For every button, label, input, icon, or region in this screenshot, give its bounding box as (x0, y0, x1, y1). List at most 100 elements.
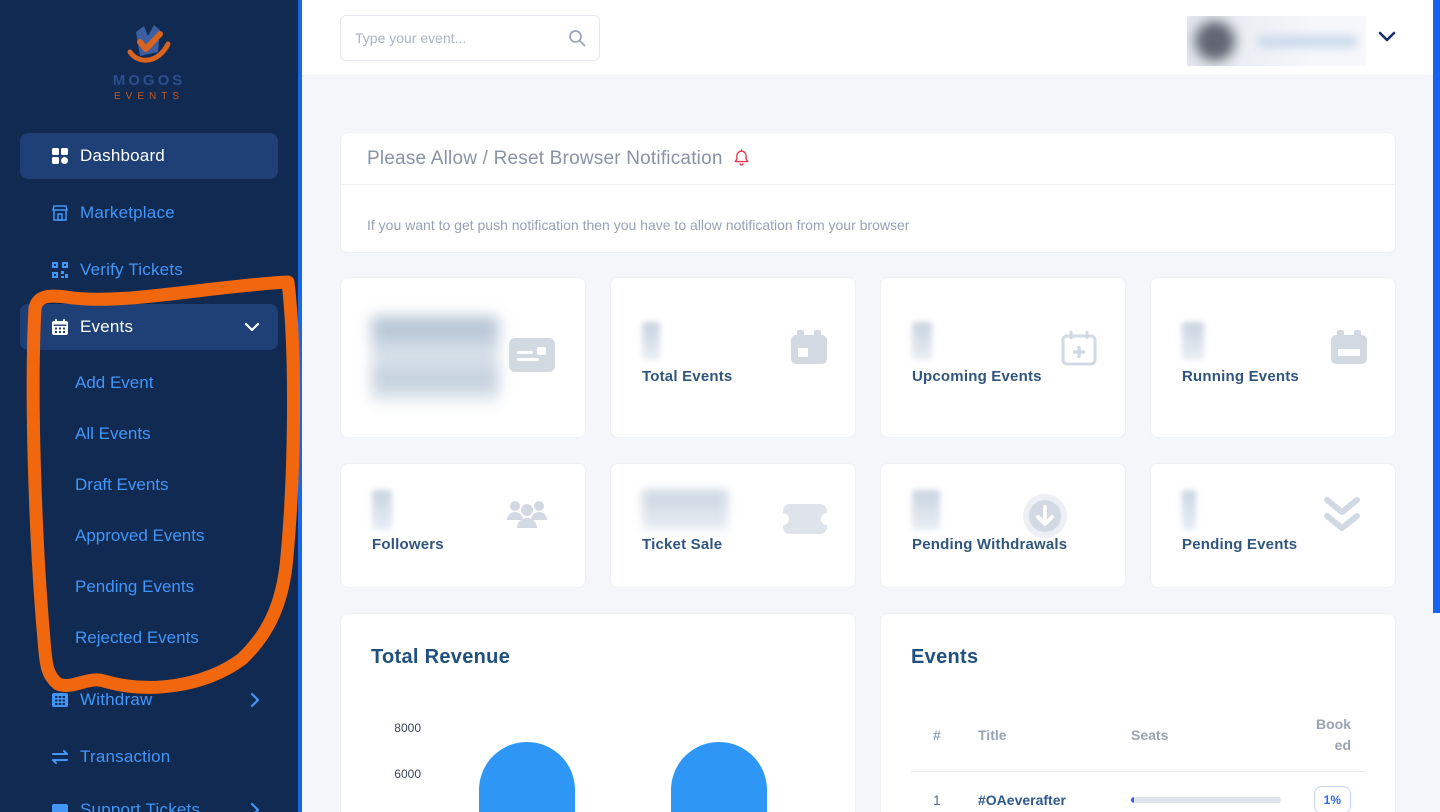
sidebar-item-transaction[interactable]: Transaction (20, 734, 278, 780)
scrollbar-thumb[interactable] (1433, 0, 1440, 613)
circle-arrow-down-icon (1023, 494, 1067, 543)
redacted-value (912, 322, 932, 360)
subitem-label: Add Event (75, 373, 153, 393)
sidebar-subitem-pending-events[interactable]: Pending Events (20, 564, 278, 610)
sidebar-item-withdraw[interactable]: Withdraw (20, 677, 278, 723)
redacted-value (1182, 322, 1204, 360)
sidebar-item-label: Dashboard (80, 146, 165, 166)
event-title-link[interactable]: #OAeverafter (978, 792, 1131, 808)
stat-card-followers: Followers (340, 463, 586, 588)
stat-label: Followers (372, 536, 444, 553)
brand-logo: MOGOS EVENTS (0, 22, 298, 102)
subitem-label: Draft Events (75, 475, 169, 495)
withdraw-grid-icon (50, 690, 70, 710)
row-index: 1 (933, 792, 978, 808)
sidebar-subitem-add-event[interactable]: Add Event (20, 360, 278, 406)
search-icon[interactable] (567, 28, 587, 48)
chevron-right-icon (250, 692, 260, 708)
y-axis-tick-label: 6000 (361, 767, 421, 781)
table-divider (911, 771, 1365, 772)
brand-tagline: EVENTS (0, 91, 298, 102)
subitem-label: Rejected Events (75, 628, 199, 648)
calendar-icon (50, 317, 70, 337)
revenue-bar (671, 742, 767, 812)
sidebar: MOGOS EVENTS Dashboard Marketplace Verif… (0, 0, 302, 812)
user-menu-chevron-down-icon[interactable] (1378, 31, 1396, 43)
user-name-redacted (1257, 35, 1357, 48)
double-chevron-down-icon (1321, 492, 1363, 541)
sidebar-item-label: Events (80, 317, 133, 337)
revenue-bar-chart: 8000 6000 (341, 614, 855, 812)
stat-label: Upcoming Events (912, 368, 1042, 385)
users-icon (505, 496, 549, 539)
redacted-value (372, 490, 392, 530)
stat-card-pending-withdrawals: Pending Withdrawals (880, 463, 1126, 588)
subitem-label: Approved Events (75, 526, 204, 546)
search-input[interactable] (355, 30, 567, 46)
calendar-solid-icon (791, 330, 827, 369)
stat-card-running-events: Running Events (1150, 277, 1396, 438)
total-revenue-card: Total Revenue 80006000 (340, 613, 856, 812)
redacted-value (642, 490, 728, 530)
subitem-label: All Events (75, 424, 151, 444)
sidebar-subitem-rejected-events[interactable]: Rejected Events (20, 615, 278, 661)
avatar (1195, 21, 1235, 61)
app-root: MOGOS EVENTS Dashboard Marketplace Verif… (0, 0, 1440, 812)
bell-icon[interactable] (733, 149, 750, 168)
table-row: 1 #OAeverafter 1% (933, 780, 1351, 812)
redacted-value (642, 322, 660, 360)
sidebar-item-label: Support Tickets (80, 800, 200, 812)
redacted-value (912, 490, 940, 530)
sidebar-item-events[interactable]: Events (20, 304, 278, 350)
events-table-title: Events (911, 646, 978, 669)
events-table-card: Events # Title Seats Booked 1 #OAeveraft… (880, 613, 1396, 812)
stat-card-upcoming-events: Upcoming Events (880, 277, 1126, 438)
calendar-bar-icon (1331, 330, 1367, 369)
sidebar-item-label: Withdraw (80, 690, 152, 710)
col-header-booked: Booked (1309, 714, 1351, 756)
id-card-icon (509, 338, 555, 377)
sidebar-subitem-all-events[interactable]: All Events (20, 411, 278, 457)
seats-progress-fill (1131, 797, 1134, 803)
col-header-title: Title (978, 727, 1131, 743)
sidebar-item-dashboard[interactable]: Dashboard (20, 133, 278, 179)
sidebar-item-label: Transaction (80, 747, 170, 767)
stat-card-ticket-sale: Ticket Sale (610, 463, 856, 588)
chevron-right-icon (250, 802, 260, 812)
sidebar-item-support-tickets[interactable]: Support Tickets (20, 787, 278, 812)
brand-name: MOGOS (0, 72, 298, 89)
qr-code-icon (50, 260, 70, 280)
sidebar-item-verify-tickets[interactable]: Verify Tickets (20, 247, 278, 293)
seats-progress-bar (1131, 797, 1281, 803)
sidebar-item-marketplace[interactable]: Marketplace (20, 190, 278, 236)
brand-logo-icon (118, 22, 180, 70)
sidebar-item-label: Marketplace (80, 203, 175, 223)
revenue-bar (479, 742, 575, 812)
user-menu[interactable] (1187, 16, 1366, 66)
ticket-icon (783, 504, 827, 539)
redacted-value (371, 316, 499, 402)
browser-notification-banner: Please Allow / Reset Browser Notificatio… (340, 132, 1396, 253)
y-axis-tick-label: 8000 (361, 721, 421, 735)
calendar-plus-icon (1061, 330, 1097, 371)
stat-label: Total Events (642, 368, 732, 385)
storefront-icon (50, 203, 70, 223)
redacted-value (1182, 490, 1196, 530)
dashboard-icon (50, 146, 70, 166)
subitem-label: Pending Events (75, 577, 194, 597)
col-header-seats: Seats (1131, 727, 1281, 743)
event-search (340, 15, 600, 61)
main-content: Please Allow / Reset Browser Notificatio… (302, 76, 1440, 812)
notification-body: If you want to get push notification the… (341, 185, 1395, 233)
stat-card-total-events: Total Events (610, 277, 856, 438)
sidebar-item-label: Verify Tickets (80, 260, 183, 280)
top-header (302, 0, 1440, 76)
sidebar-subitem-approved-events[interactable]: Approved Events (20, 513, 278, 559)
stat-label: Pending Events (1182, 536, 1297, 553)
support-ticket-icon (50, 800, 70, 812)
events-table-header: # Title Seats Booked (933, 714, 1351, 756)
sidebar-subitem-draft-events[interactable]: Draft Events (20, 462, 278, 508)
col-header-num: # (933, 727, 978, 743)
stat-card-profile (340, 277, 586, 438)
booked-percent-badge: 1% (1314, 786, 1351, 812)
